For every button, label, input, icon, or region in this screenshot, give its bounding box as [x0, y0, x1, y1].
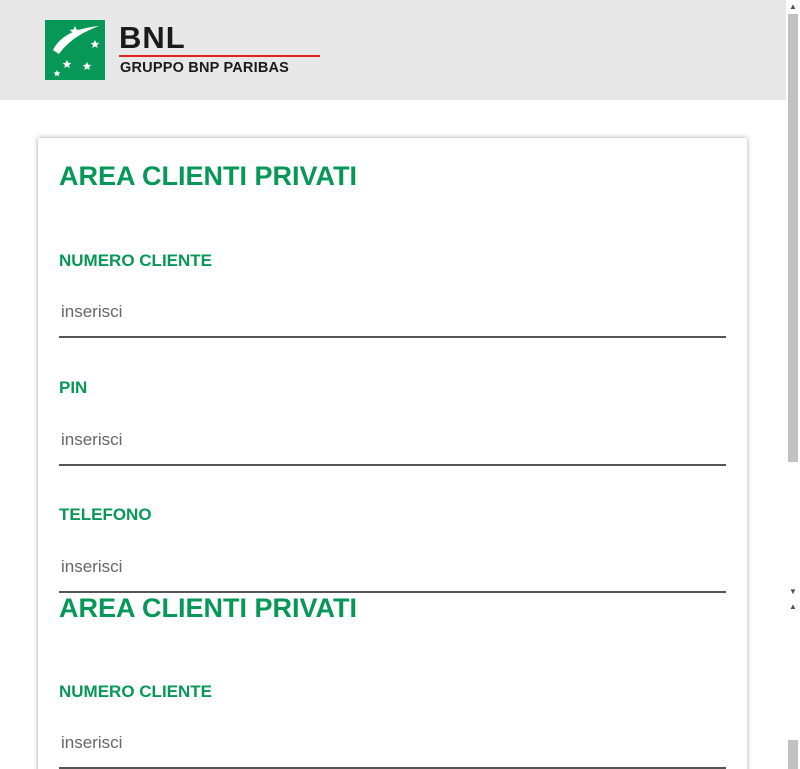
pin-label: PIN	[59, 378, 88, 397]
arrow-up-icon[interactable]: ▲	[786, 0, 800, 14]
brand-divider	[119, 55, 320, 57]
numero-cliente-label: NUMERO CLIENTE	[59, 251, 212, 270]
scrollbar-thumb[interactable]	[788, 740, 798, 769]
numero-cliente-input[interactable]	[59, 288, 726, 338]
telefono-input[interactable]	[59, 543, 726, 593]
arrow-up-icon[interactable]: ▲	[786, 600, 800, 614]
brand-group: GRUPPO BNP PARIBAS	[120, 60, 290, 76]
telefono-label: TELEFONO	[59, 505, 152, 524]
bnl-logo[interactable]: BNL GRUPPO BNP PARIBAS	[45, 20, 325, 80]
page-title-duplicate: AREA CLIENTI PRIVATI	[59, 593, 358, 623]
numero-cliente-label-duplicate: NUMERO CLIENTE	[59, 682, 212, 701]
page-header: BNL GRUPPO BNP PARIBAS	[0, 0, 786, 100]
login-card: AREA CLIENTI PRIVATI NUMERO CLIENTE PIN …	[38, 138, 747, 769]
brand-name: BNL	[119, 20, 186, 55]
scrollbar-thumb[interactable]	[788, 14, 798, 462]
arrow-down-icon[interactable]: ▼	[786, 585, 800, 599]
vertical-scrollbar[interactable]: ▲ ▼ ▲	[786, 0, 800, 769]
pin-input[interactable]	[59, 416, 726, 466]
bnp-stars-icon	[45, 20, 105, 80]
numero-cliente-input-duplicate[interactable]	[59, 719, 726, 769]
page-title: AREA CLIENTI PRIVATI	[59, 161, 358, 191]
